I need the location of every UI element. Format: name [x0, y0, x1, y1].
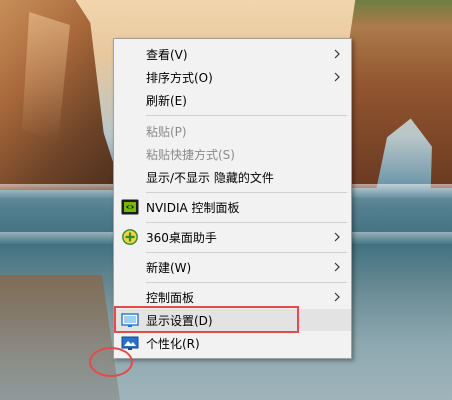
menu-item-nvidia-control-panel[interactable]: NVIDIA 控制面板: [114, 196, 351, 218]
menu-item-label: 新建(W): [146, 260, 192, 275]
chevron-right-icon: [334, 72, 340, 82]
desktop-background[interactable]: 查看(V) 排序方式(O) 刷新(E) 粘贴(P) 粘贴快捷方式(S) 显示/不…: [0, 0, 452, 400]
360-desktop-assistant-icon: [122, 229, 138, 245]
menu-item-label: 粘贴(P): [146, 124, 187, 139]
menu-item-label: 个性化(R): [146, 336, 200, 351]
menu-item-label: 360桌面助手: [146, 230, 217, 245]
menu-item-refresh[interactable]: 刷新(E): [114, 89, 351, 111]
menu-item-new[interactable]: 新建(W): [114, 256, 351, 278]
menu-item-sort-by[interactable]: 排序方式(O): [114, 66, 351, 88]
chevron-right-icon: [334, 262, 340, 272]
menu-item-control-panel[interactable]: 控制面板: [114, 286, 351, 308]
menu-separator: [146, 252, 347, 253]
menu-item-label: NVIDIA 控制面板: [146, 200, 240, 215]
menu-separator: [146, 222, 347, 223]
menu-item-view[interactable]: 查看(V): [114, 43, 351, 65]
menu-separator: [146, 192, 347, 193]
menu-item-toggle-hidden-files[interactable]: 显示/不显示 隐藏的文件: [114, 166, 351, 188]
nvidia-icon: [121, 199, 139, 215]
personalize-icon: [121, 336, 139, 350]
menu-item-360-desktop-assistant[interactable]: 360桌面助手: [114, 226, 351, 248]
menu-item-paste[interactable]: 粘贴(P): [114, 120, 351, 142]
menu-item-label: 显示设置(D): [146, 313, 213, 328]
menu-item-label: 刷新(E): [146, 93, 187, 108]
menu-separator: [146, 282, 347, 283]
menu-separator: [146, 115, 347, 116]
menu-item-personalize[interactable]: 个性化(R): [114, 332, 351, 354]
chevron-right-icon: [334, 292, 340, 302]
menu-item-label: 查看(V): [146, 47, 188, 62]
menu-item-label: 排序方式(O): [146, 70, 213, 85]
menu-item-label: 粘贴快捷方式(S): [146, 147, 235, 162]
menu-item-label: 控制面板: [146, 290, 195, 305]
rock-reflection: [0, 275, 120, 400]
display-settings-icon: [121, 313, 139, 327]
chevron-right-icon: [334, 232, 340, 242]
desktop-context-menu: 查看(V) 排序方式(O) 刷新(E) 粘贴(P) 粘贴快捷方式(S) 显示/不…: [113, 38, 352, 359]
menu-item-display-settings[interactable]: 显示设置(D): [114, 309, 351, 331]
menu-item-label: 显示/不显示 隐藏的文件: [146, 170, 274, 185]
chevron-right-icon: [334, 49, 340, 59]
menu-item-paste-shortcut[interactable]: 粘贴快捷方式(S): [114, 143, 351, 165]
